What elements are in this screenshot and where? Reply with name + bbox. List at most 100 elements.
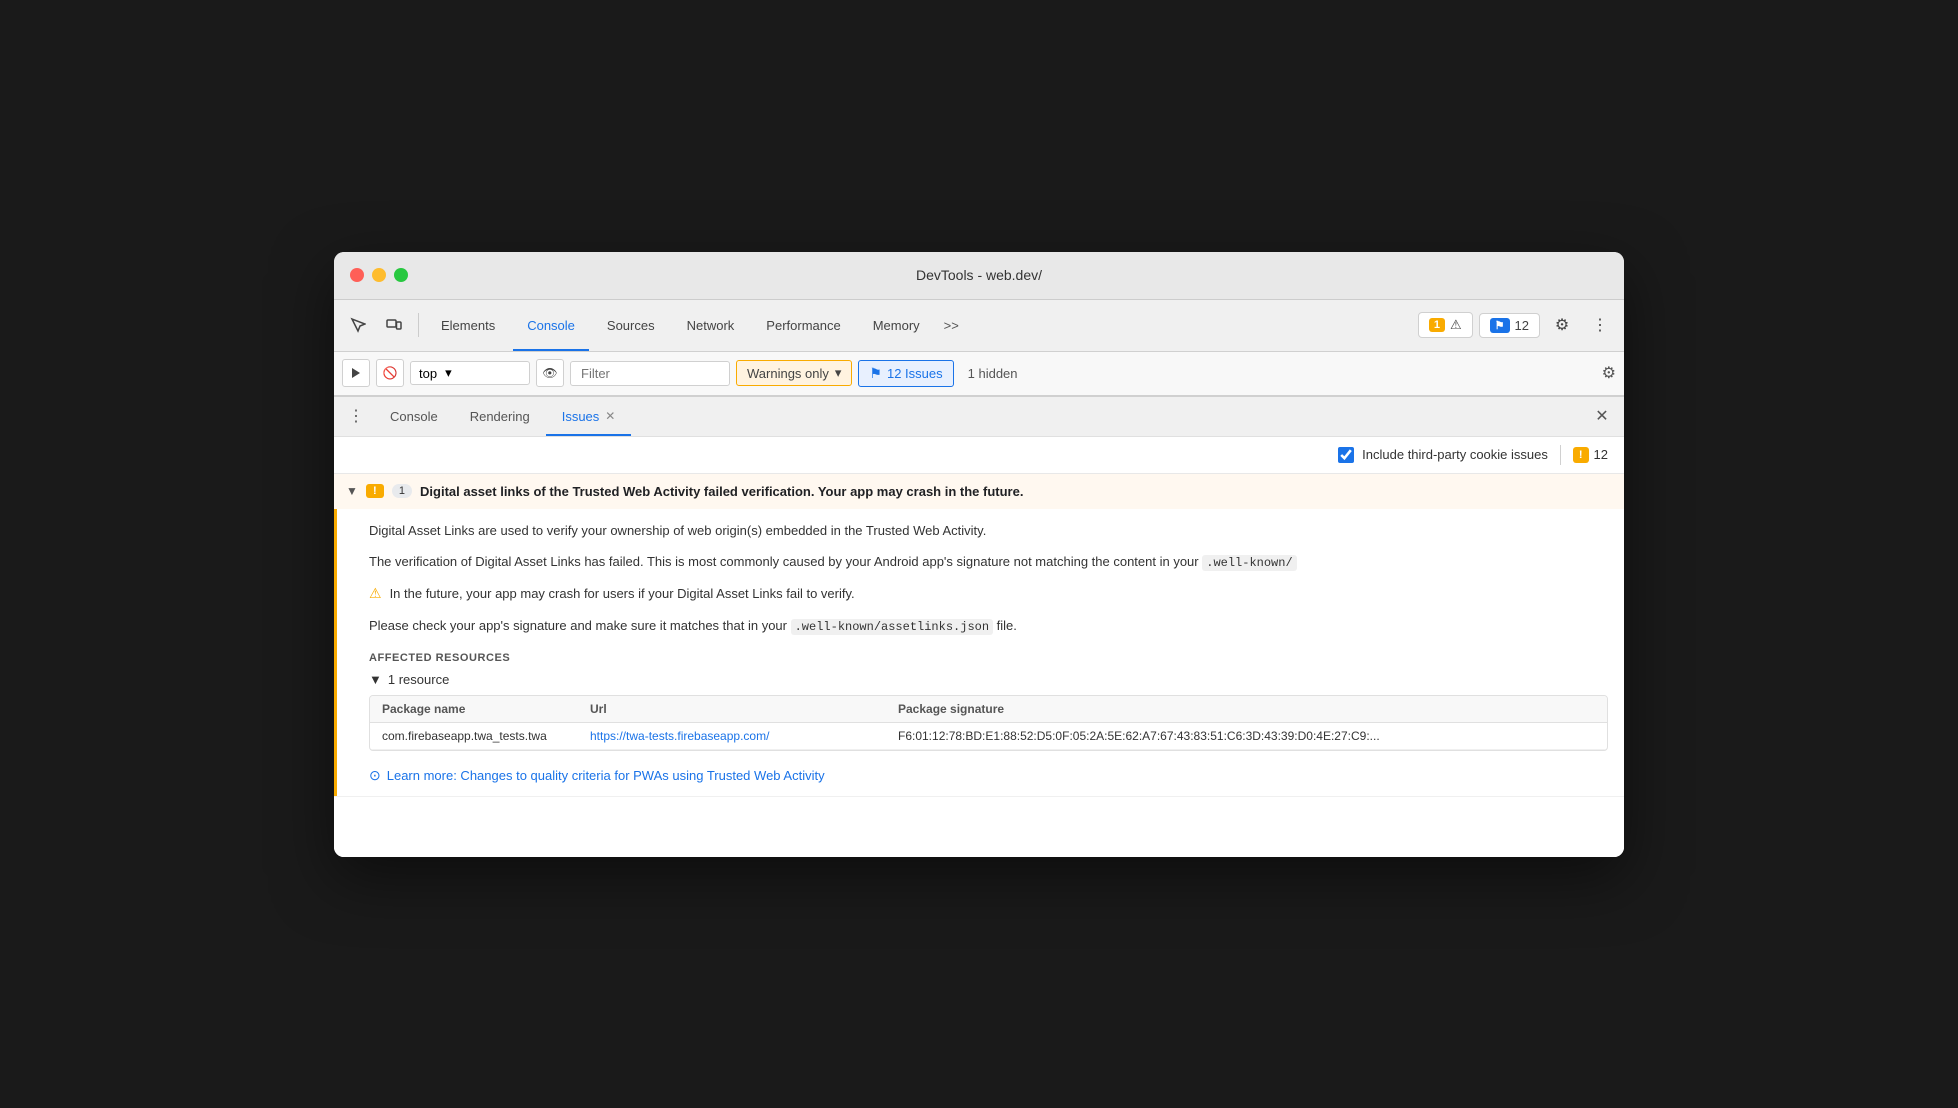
header-sep [1560, 445, 1561, 465]
affected-resources: AFFECTED RESOURCES ▼ 1 resource Package … [369, 652, 1608, 751]
issues-button[interactable]: ⚑ 12 [1479, 313, 1540, 338]
minimize-button[interactable] [372, 268, 386, 282]
window-title: DevTools - web.dev/ [916, 267, 1042, 283]
close-button[interactable] [350, 268, 364, 282]
issues-count: 12 [1515, 318, 1529, 333]
console-settings-button[interactable]: ⚙ [1602, 363, 1616, 383]
resource-table: Package name Url Package signature com.f… [369, 695, 1608, 751]
issue-code-1: .well-known/ [1202, 555, 1296, 571]
issues-icon: ⚑ [1490, 318, 1510, 333]
dropdown-icon: ▾ [445, 365, 452, 381]
drawer-tab-issues[interactable]: Issues ✕ [546, 396, 632, 436]
warnings-button[interactable]: 1 ⚠ [1418, 312, 1473, 338]
issues-badge-icon: ⚑ [869, 365, 882, 382]
resource-table-header: Package name Url Package signature [370, 696, 1607, 723]
learn-more-icon: ⊙ [369, 767, 381, 784]
context-value: top [419, 366, 437, 381]
warn-icon-badge: ! [1573, 447, 1589, 463]
resource-toggle[interactable]: ▼ 1 resource [369, 672, 1608, 687]
tab-console[interactable]: Console [513, 299, 589, 351]
issue-title: Digital asset links of the Trusted Web A… [420, 484, 1023, 499]
titlebar-buttons [350, 268, 408, 282]
issue-title-row[interactable]: ▼ ! 1 Digital asset links of the Trusted… [334, 474, 1624, 509]
block-icon: 🚫 [383, 366, 398, 380]
secondary-toolbar: 🚫 top ▾ 👁 Warnings only ▾ ⚑ 12 Issues 1 … [334, 352, 1624, 396]
issues-panel: Include third-party cookie issues ! 12 ▼… [334, 437, 1624, 857]
more-icon: ⋮ [1592, 315, 1608, 335]
learn-more-link[interactable]: ⊙ Learn more: Changes to quality criteri… [369, 767, 1608, 784]
drawer-tab-rendering[interactable]: Rendering [454, 396, 546, 436]
issue-body: Digital Asset Links are used to verify y… [334, 509, 1624, 796]
settings-button[interactable]: ⚙ [1546, 309, 1578, 341]
device-toolbar-button[interactable] [378, 309, 410, 341]
col-package-name: com.firebaseapp.twa_tests.twa [382, 729, 582, 743]
issue-desc-1: Digital Asset Links are used to verify y… [369, 521, 1608, 541]
tab-memory[interactable]: Memory [859, 299, 934, 351]
third-party-checkbox[interactable] [1338, 447, 1354, 463]
maximize-button[interactable] [394, 268, 408, 282]
live-expressions-button[interactable]: 👁 [536, 359, 564, 387]
devtools-window: DevTools - web.dev/ Elements Console Sou… [334, 252, 1624, 857]
issues-tab-close[interactable]: ✕ [605, 409, 615, 423]
drawer-tabs: ⋮ Console Rendering Issues ✕ ✕ [334, 397, 1624, 437]
console-filter-input[interactable] [570, 361, 730, 386]
col-header-url: Url [590, 702, 890, 716]
total-issues-count: 12 [1594, 447, 1608, 462]
drawer: ⋮ Console Rendering Issues ✕ ✕ Include t… [334, 396, 1624, 857]
block-requests-button[interactable]: 🚫 [376, 359, 404, 387]
issues-count-label: 12 Issues [887, 366, 943, 381]
warning-triangle-icon: ⚠ [369, 585, 382, 602]
issues-panel-button[interactable]: ⚑ 12 Issues [858, 360, 953, 387]
inspect-element-button[interactable] [342, 309, 374, 341]
tab-network[interactable]: Network [673, 299, 749, 351]
drawer-tab-rendering-label: Rendering [470, 409, 530, 424]
toolbar-separator [418, 313, 419, 337]
eye-icon: 👁 [542, 366, 557, 380]
drawer-close-button[interactable]: ✕ [1588, 402, 1616, 430]
affected-label: AFFECTED RESOURCES [369, 652, 1608, 664]
hidden-count: 1 hidden [960, 366, 1026, 381]
issue-action: Please check your app's signature and ma… [369, 616, 1608, 636]
third-party-cookie-toggle[interactable]: Include third-party cookie issues [1338, 447, 1548, 463]
close-icon: ✕ [1595, 406, 1608, 426]
issue-count-badge: ! 12 [1573, 447, 1608, 463]
drawer-tab-issues-label: Issues [562, 409, 600, 424]
tab-elements[interactable]: Elements [427, 299, 509, 351]
issues-header: Include third-party cookie issues ! 12 [334, 437, 1624, 474]
drawer-tab-console[interactable]: Console [374, 396, 454, 436]
more-tabs-button[interactable]: >> [938, 314, 965, 337]
more-options-button[interactable]: ⋮ [1584, 309, 1616, 341]
checkbox-label-text: Include third-party cookie issues [1362, 447, 1548, 462]
issue-item: ▼ ! 1 Digital asset links of the Trusted… [334, 474, 1624, 797]
issue-warning-text: In the future, your app may crash for us… [390, 584, 855, 604]
main-toolbar: Elements Console Sources Network Perform… [334, 300, 1624, 352]
issue-desc-2: The verification of Digital Asset Links … [369, 552, 1608, 572]
table-row: com.firebaseapp.twa_tests.twa https://tw… [370, 723, 1607, 750]
issue-warn-icon: ! [366, 484, 384, 498]
drawer-menu-button[interactable]: ⋮ [342, 402, 370, 430]
issue-code-2: .well-known/assetlinks.json [791, 619, 993, 635]
col-header-package: Package name [382, 702, 582, 716]
warning-icon: ⚠ [1450, 317, 1462, 333]
issue-warning-line: ⚠ In the future, your app may crash for … [369, 584, 1608, 604]
resource-toggle-arrow: ▼ [369, 672, 382, 687]
expand-arrow-icon: ▼ [346, 484, 358, 498]
issue-num-badge: 1 [392, 484, 412, 498]
warning-badge: 1 [1429, 318, 1445, 332]
toolbar-right: 1 ⚠ ⚑ 12 ⚙ ⋮ [1418, 309, 1616, 341]
col-url[interactable]: https://twa-tests.firebaseapp.com/ [590, 729, 890, 743]
drawer-tab-console-label: Console [390, 409, 438, 424]
execute-context-button[interactable] [342, 359, 370, 387]
tab-sources[interactable]: Sources [593, 299, 669, 351]
learn-more-text: Learn more: Changes to quality criteria … [387, 768, 825, 783]
context-selector[interactable]: top ▾ [410, 361, 530, 385]
warnings-dropdown-icon: ▾ [835, 365, 842, 381]
warnings-filter-button[interactable]: Warnings only ▾ [736, 360, 852, 386]
settings-icon: ⚙ [1555, 315, 1569, 335]
tab-performance[interactable]: Performance [752, 299, 854, 351]
col-signature: F6:01:12:78:BD:E1:88:52:D5:0F:05:2A:5E:6… [898, 729, 1595, 743]
resource-count: 1 resource [388, 672, 449, 687]
warnings-label: Warnings only [747, 366, 829, 381]
col-header-signature: Package signature [898, 702, 1595, 716]
titlebar: DevTools - web.dev/ [334, 252, 1624, 300]
